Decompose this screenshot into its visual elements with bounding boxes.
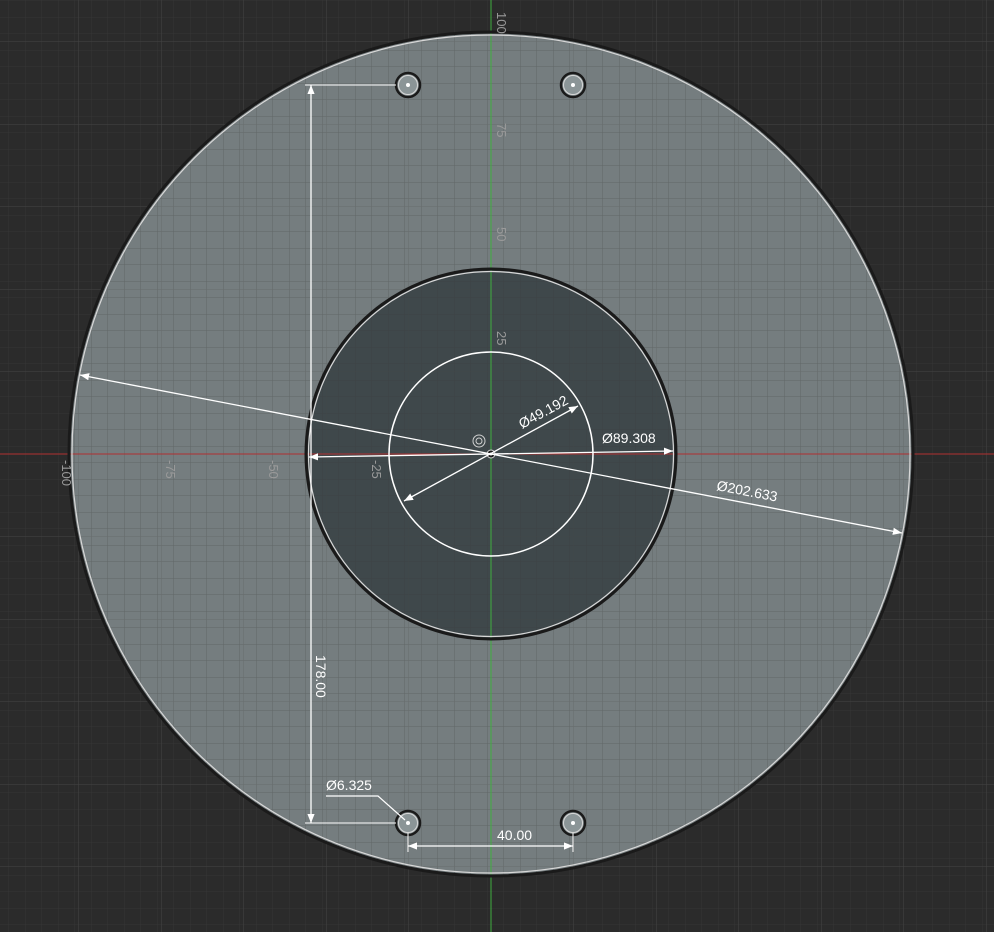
x-tick-label: -75 xyxy=(163,460,178,479)
y-tick-label: 50 xyxy=(494,227,509,241)
hole-top-left[interactable] xyxy=(394,71,422,99)
hole-bottom-right[interactable] xyxy=(559,809,587,837)
horizontal-spacing-label: 40.00 xyxy=(497,827,532,843)
y-tick-label: 25 xyxy=(494,331,509,345)
y-tick-label: 75 xyxy=(494,123,509,137)
vertical-spacing-label: 178.00 xyxy=(313,655,329,698)
hole-diameter-label: Ø6.325 xyxy=(326,777,372,793)
y-tick-label: 100 xyxy=(494,12,509,34)
x-tick-label: -50 xyxy=(266,460,281,479)
middle-diameter-label: Ø89.308 xyxy=(602,430,656,446)
sketch-canvas[interactable]: Ø202.633 Ø89.308 Ø49.192 178.00 40.00 Ø6… xyxy=(0,0,994,932)
x-tick-label: -100 xyxy=(59,460,74,486)
hole-top-right[interactable] xyxy=(559,71,587,99)
x-tick-label: -25 xyxy=(369,460,384,479)
